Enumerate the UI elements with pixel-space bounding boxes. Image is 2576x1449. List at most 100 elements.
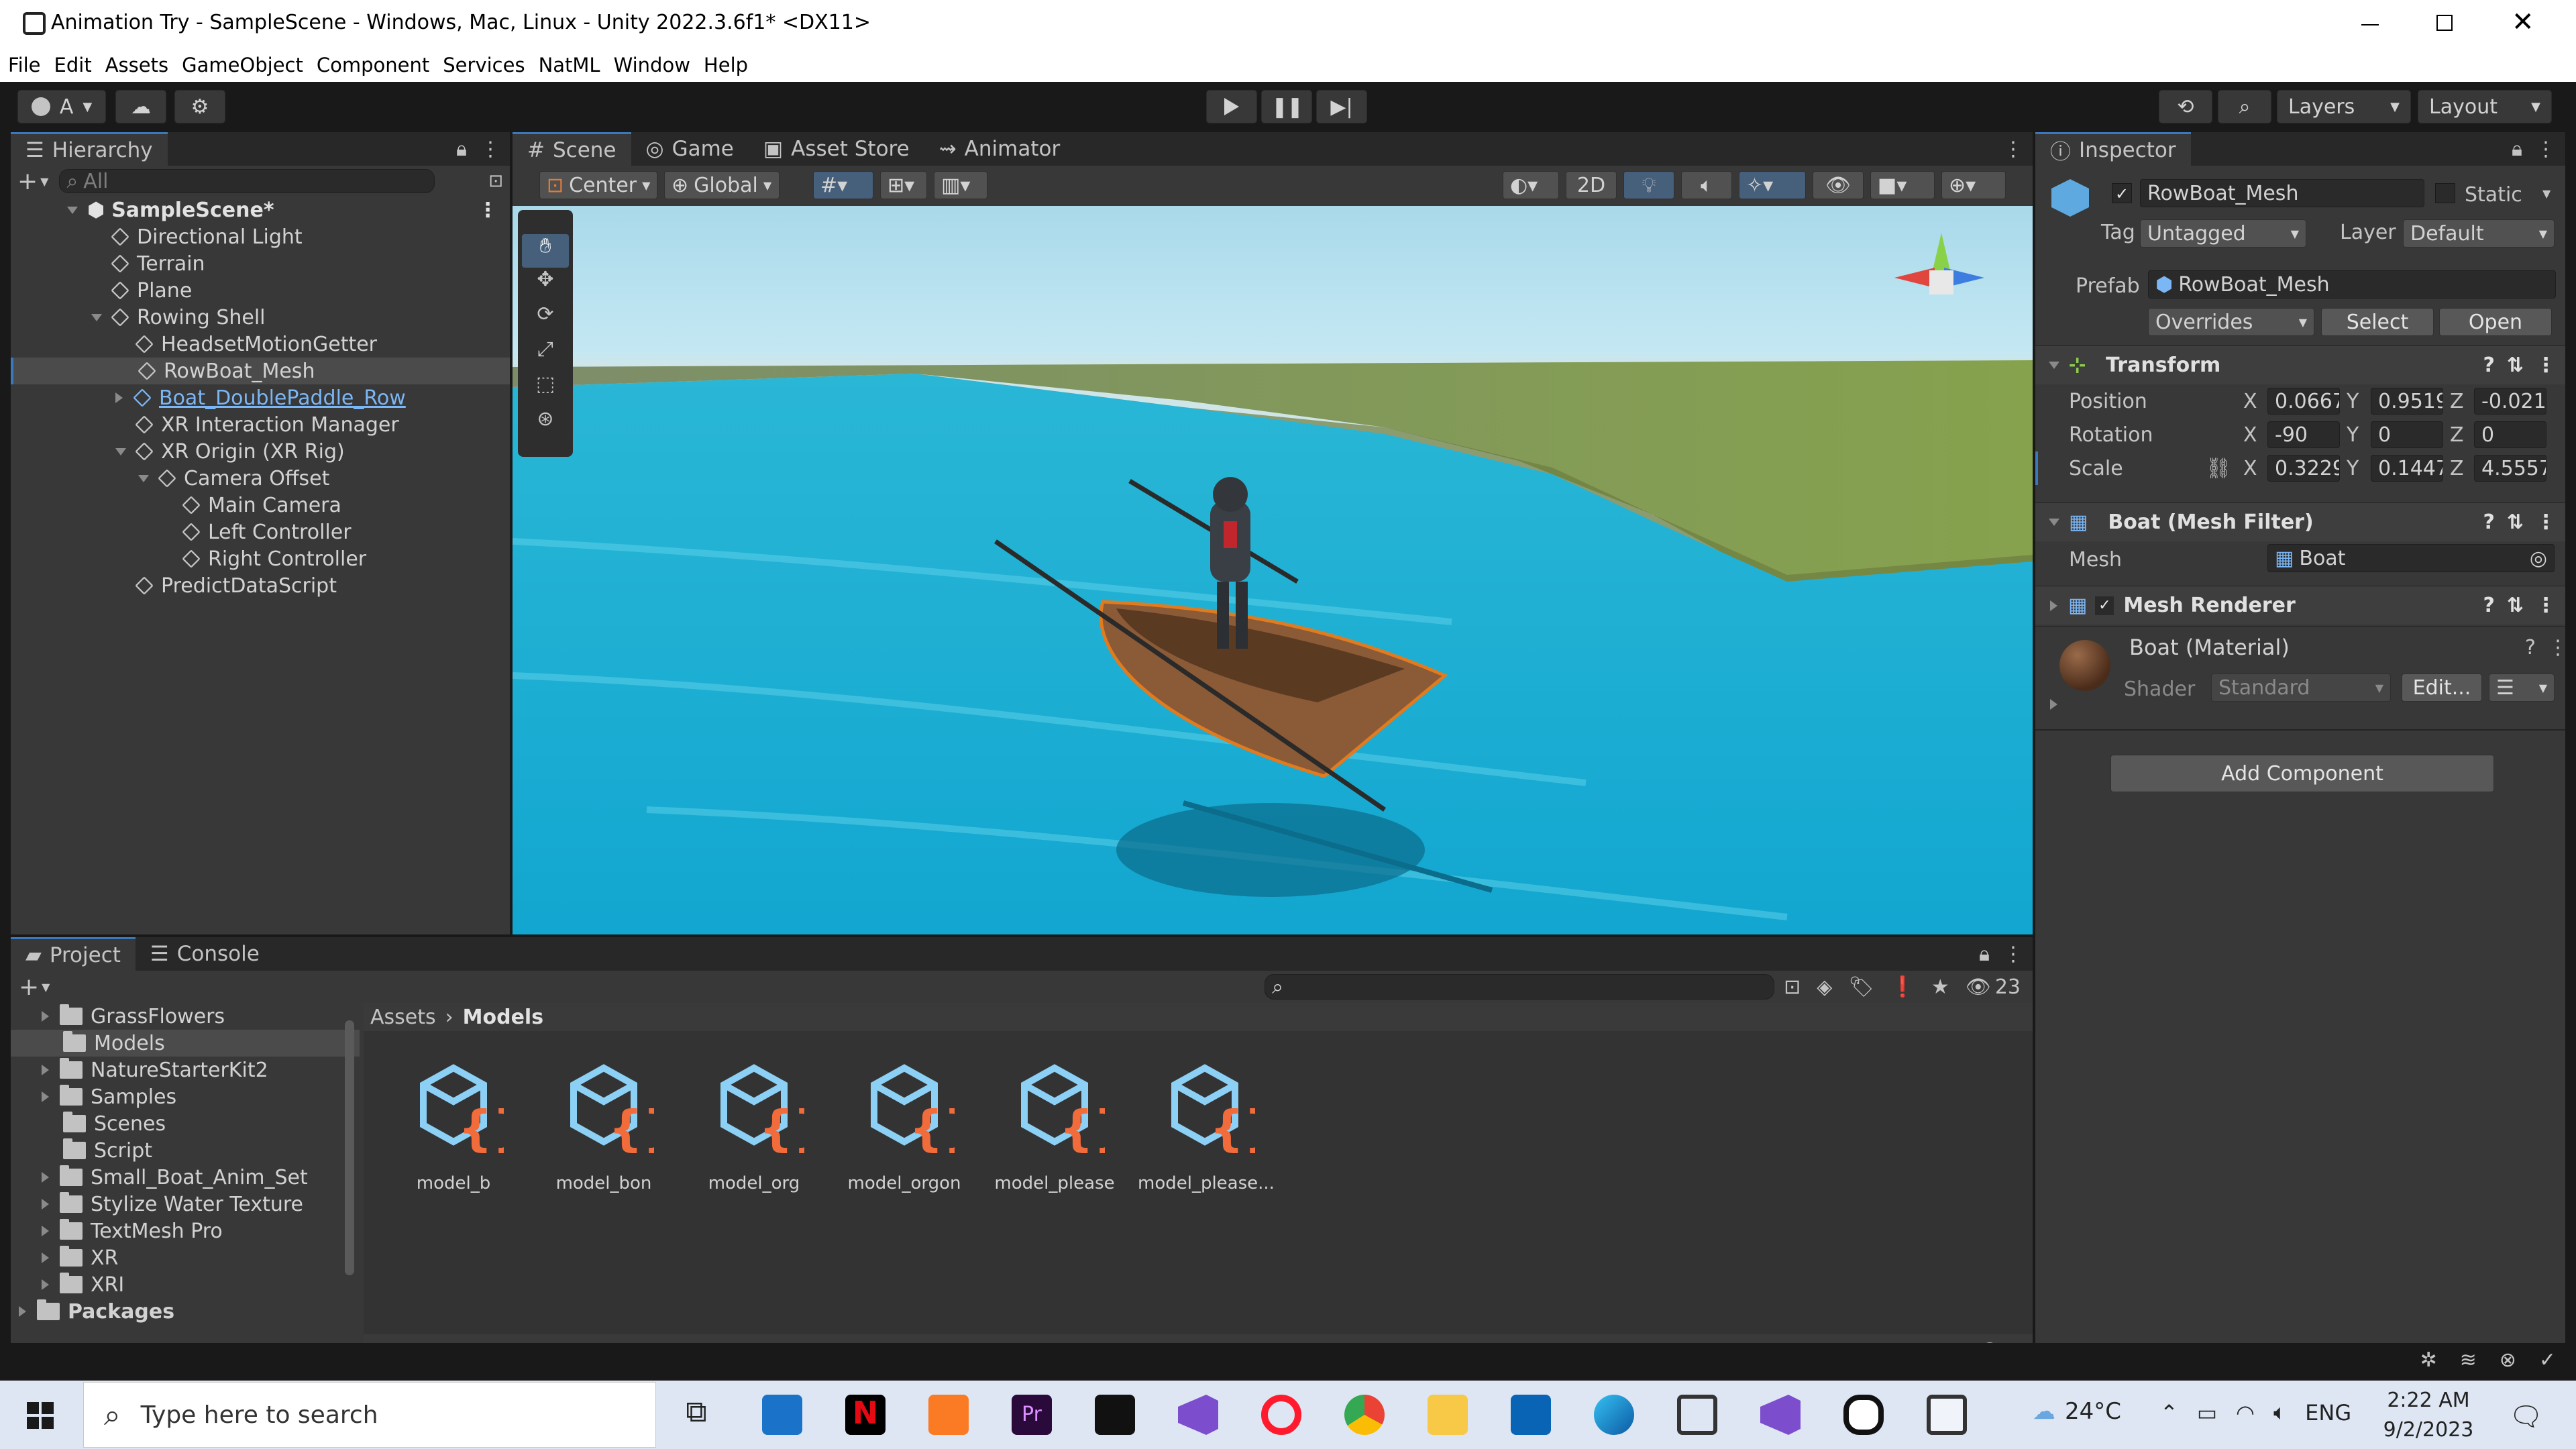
effects-dropdown[interactable]: ✧▾	[1739, 171, 1806, 199]
folder-tree-scrollbar[interactable]	[345, 1020, 354, 1275]
rotation-z-field[interactable]: 0	[2474, 421, 2546, 448]
tree-item[interactable]: Plane	[11, 277, 510, 304]
tree-item[interactable]: Camera Offset	[11, 465, 510, 492]
folder-item[interactable]: XR	[11, 1244, 360, 1271]
rotate-tool-button[interactable]: ⟳	[522, 303, 569, 337]
tree-item-prefab[interactable]: Boat_DoublePaddle_Row	[11, 384, 510, 411]
asset-item[interactable]: {} model_bon	[537, 1058, 678, 1193]
fold-closed-icon[interactable]	[19, 1306, 26, 1317]
space-dropdown[interactable]: ⊕ Global ▼	[664, 171, 780, 199]
premiere-icon[interactable]: Pr	[1012, 1395, 1052, 1435]
help-icon[interactable]: ?	[2483, 511, 2494, 534]
chevron-down-icon[interactable]: ▼	[42, 981, 50, 994]
static-checkbox[interactable]	[2435, 183, 2455, 203]
position-x-field[interactable]: 0.0667	[2267, 388, 2340, 415]
breadcrumb-models[interactable]: Models	[463, 1006, 543, 1029]
more-icon[interactable]: ⋮	[2548, 636, 2568, 659]
fold-closed-icon[interactable]	[42, 1226, 49, 1236]
draw-mode-dropdown[interactable]: ◐▾	[1503, 171, 1559, 199]
menu-window[interactable]: Window	[614, 54, 690, 76]
check-icon[interactable]: ✓	[2539, 1348, 2556, 1372]
fold-closed-icon[interactable]	[42, 1011, 49, 1022]
filter-label-icon[interactable]: 🏷︎	[1848, 975, 1874, 999]
tab-hierarchy[interactable]: ☰ Hierarchy	[11, 132, 168, 166]
breadcrumb-assets[interactable]: Assets	[370, 1006, 436, 1029]
play-button[interactable]	[1206, 90, 1257, 123]
mesh-field[interactable]: ▦ Boat ◎	[2267, 544, 2555, 572]
more-icon[interactable]: ⋮	[480, 138, 500, 161]
task-view-icon[interactable]: ⧉	[676, 1395, 716, 1435]
fold-closed-icon[interactable]	[2050, 699, 2057, 710]
outlook-icon[interactable]	[1511, 1395, 1551, 1435]
asset-item[interactable]: {} model_b	[386, 1058, 527, 1193]
menu-component[interactable]: Component	[317, 54, 429, 76]
shader-options-dropdown[interactable]: ☰ ▼	[2489, 674, 2555, 702]
tree-item-selected[interactable]: RowBoat_Mesh	[11, 358, 510, 384]
unity-icon[interactable]	[1677, 1395, 1717, 1435]
scale-x-field[interactable]: 0.3229	[2267, 455, 2340, 482]
tree-item-scene[interactable]: ⬢ SampleScene* ⋮	[11, 197, 510, 223]
edit-shader-button[interactable]: Edit...	[2402, 674, 2482, 702]
open-button[interactable]: Open	[2439, 308, 2552, 336]
folder-item[interactable]: Script	[11, 1137, 360, 1164]
visual-studio-2-icon[interactable]	[1760, 1395, 1801, 1435]
collab-button[interactable]: ⚙	[174, 90, 225, 123]
fold-open-icon[interactable]	[115, 447, 126, 455]
material-preview-sphere[interactable]	[2059, 640, 2110, 691]
fold-closed-icon[interactable]	[42, 1091, 49, 1102]
weather-widget[interactable]: ☁ 24°C	[2033, 1398, 2121, 1425]
scale-tool-button[interactable]: ⤢	[522, 337, 569, 372]
snap-increment-button[interactable]: ⊞▾	[880, 171, 927, 199]
transform-header[interactable]: ⊹ Transform ? ⇅ ⋮	[2035, 345, 2565, 384]
step-button[interactable]: ▶|	[1316, 90, 1367, 123]
fold-open-icon[interactable]	[2049, 519, 2059, 526]
hand-tool-button[interactable]: ✋︎	[522, 234, 569, 268]
search-button[interactable]: ⌕	[2218, 90, 2271, 123]
fold-open-icon[interactable]	[2049, 362, 2059, 369]
tab-game[interactable]: ◎ Game	[631, 132, 749, 166]
project-search-input[interactable]: ⌕	[1265, 974, 1775, 1000]
tree-item[interactable]: HeadsetMotionGetter	[11, 331, 510, 358]
folder-item[interactable]: NatureStarterKit2	[11, 1057, 360, 1083]
visual-studio-icon[interactable]	[1178, 1395, 1218, 1435]
tab-animator[interactable]: ⇝ Animator	[924, 132, 1075, 166]
fold-closed-icon[interactable]	[2050, 600, 2057, 611]
more-icon[interactable]: ⋮	[2536, 138, 2556, 161]
battery-icon[interactable]: ▭	[2197, 1400, 2217, 1426]
netflix-icon[interactable]: N	[845, 1395, 885, 1435]
mesh-renderer-header[interactable]: ▦ ✓ Mesh Renderer ? ⇅ ⋮	[2035, 586, 2565, 625]
scale-z-field[interactable]: 4.5557	[2474, 455, 2546, 482]
language-label[interactable]: ENG	[2305, 1400, 2351, 1426]
active-checkbox[interactable]: ✓	[2112, 183, 2132, 203]
xampp-icon[interactable]	[928, 1395, 969, 1435]
folder-item[interactable]: XRI	[11, 1271, 360, 1298]
opera-icon[interactable]	[1261, 1395, 1301, 1435]
fold-open-icon[interactable]	[91, 313, 102, 321]
account-dropdown[interactable]: A ▼	[17, 90, 106, 123]
pause-button[interactable]: ❚❚	[1261, 90, 1312, 123]
tree-item[interactable]: Main Camera	[11, 492, 510, 519]
chevron-up-icon[interactable]: ⌃	[2160, 1400, 2178, 1426]
minimize-icon[interactable]	[2361, 24, 2379, 25]
more-icon[interactable]: ⋮	[2536, 511, 2556, 534]
menu-services[interactable]: Services	[443, 54, 525, 76]
position-z-field[interactable]: -0.021	[2474, 388, 2546, 415]
tab-project[interactable]: ▰ Project	[11, 937, 136, 971]
tab-inspector[interactable]: ⓘ Inspector	[2035, 132, 2191, 166]
notification-icon[interactable]: 🗨︎	[2509, 1401, 2543, 1432]
rotation-y-field[interactable]: 0	[2371, 421, 2443, 448]
add-icon[interactable]: +	[17, 168, 38, 195]
close-icon[interactable]: ✕	[2512, 7, 2534, 38]
select-button[interactable]: Select	[2321, 308, 2434, 336]
add-icon[interactable]: +	[19, 973, 39, 1001]
hidden-packages-icon[interactable]: 👁︎	[1966, 975, 1991, 999]
menu-assets[interactable]: Assets	[105, 54, 168, 76]
overrides-dropdown[interactable]: Overrides ▼	[2148, 308, 2314, 336]
chrome-icon[interactable]	[1344, 1395, 1385, 1435]
more-icon[interactable]: ⋮	[2536, 594, 2556, 617]
folder-item[interactable]: GrassFlowers	[11, 1003, 360, 1030]
camera-dropdown[interactable]: ■▾	[1870, 171, 1935, 199]
asset-item[interactable]: {} model_org	[687, 1058, 828, 1193]
fold-closed-icon[interactable]	[42, 1279, 49, 1290]
cache-icon[interactable]: ≋	[2460, 1348, 2477, 1372]
